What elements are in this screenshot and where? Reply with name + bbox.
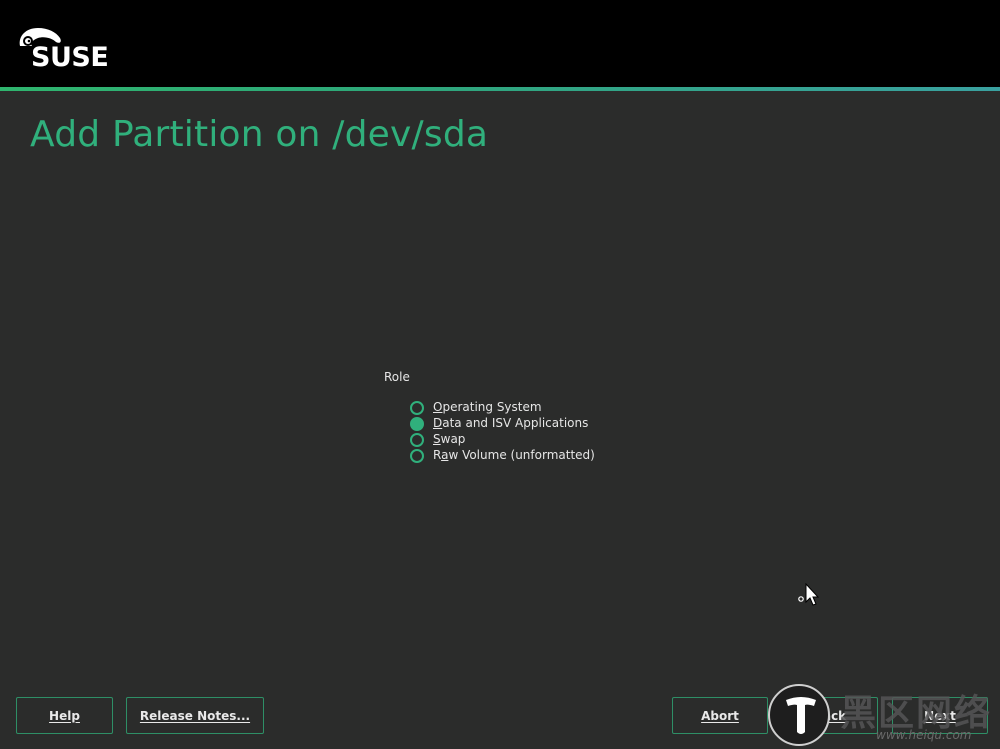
radio-label-data-isv: Data and ISV Applications	[433, 416, 589, 430]
radio-unchecked-icon[interactable]	[410, 401, 424, 415]
role-label: Role	[384, 370, 410, 384]
release-notes-button[interactable]: Release Notes...	[126, 697, 264, 734]
header-accent-line	[0, 87, 1000, 91]
radio-raw-volume[interactable]: Raw Volume (unformatted)	[410, 447, 650, 463]
radio-label-raw-volume: Raw Volume (unformatted)	[433, 448, 595, 462]
abort-button[interactable]: Abort	[672, 697, 768, 734]
radio-label-swap: Swap	[433, 432, 466, 446]
watermark-t-icon	[786, 697, 816, 734]
mouse-cursor-icon	[798, 583, 820, 606]
suse-logo: SUSE	[16, 24, 111, 74]
suse-logo-text: SUSE	[31, 42, 109, 73]
watermark-url-text: www.heiqu.com	[876, 728, 972, 742]
role-radio-list: Operating System Data and ISV Applicatio…	[410, 399, 650, 463]
radio-label-operating-system: Operating System	[433, 400, 542, 414]
radio-unchecked-icon[interactable]	[410, 449, 424, 463]
help-button[interactable]: Help	[16, 697, 113, 734]
watermark-logo-icon	[768, 684, 830, 746]
radio-unchecked-icon[interactable]	[410, 433, 424, 447]
radio-swap[interactable]: Swap	[410, 431, 650, 447]
radio-checked-icon[interactable]	[410, 417, 424, 431]
watermark: 黑区网络 www.heiqu.com	[768, 682, 1000, 749]
radio-operating-system[interactable]: Operating System	[410, 399, 650, 415]
page-title: Add Partition on /dev/sda	[30, 114, 489, 155]
header-bar: SUSE	[0, 0, 1000, 87]
radio-data-isv[interactable]: Data and ISV Applications	[410, 415, 650, 431]
